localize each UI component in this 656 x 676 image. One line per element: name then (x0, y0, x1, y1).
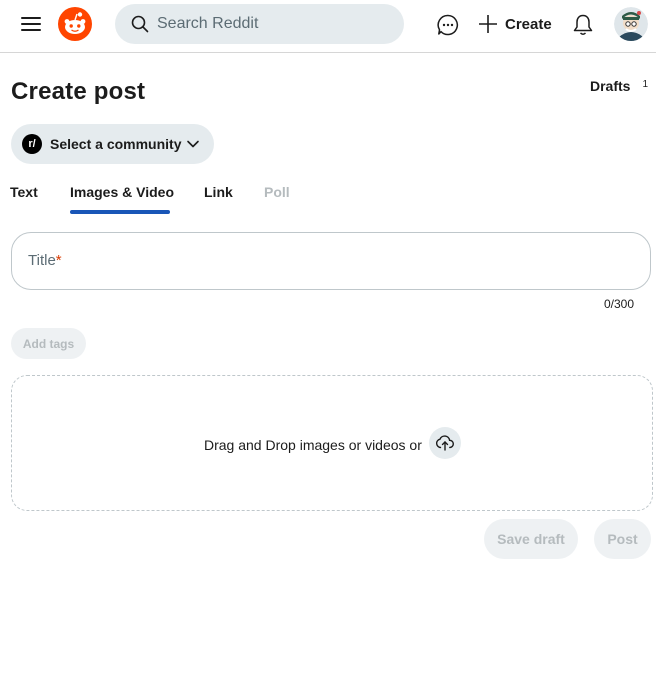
active-tab-indicator (70, 210, 170, 214)
search-input[interactable] (157, 4, 392, 44)
dropzone-text: Drag and Drop images or videos or (204, 437, 422, 453)
title-placeholder: Title* (28, 252, 62, 269)
title-char-count: 0/300 (604, 297, 635, 311)
search-bar[interactable] (115, 4, 404, 44)
user-avatar[interactable] (614, 7, 648, 41)
upload-icon (436, 435, 454, 451)
upload-button[interactable] (429, 427, 461, 459)
chevron-down-icon (187, 140, 199, 148)
required-mark: * (55, 252, 62, 269)
drafts-count-badge: 1 (642, 79, 649, 90)
create-button[interactable]: Create (478, 12, 552, 36)
plus-icon (479, 15, 497, 33)
community-label: Select a community (50, 136, 182, 152)
select-community-button[interactable]: r/ Select a community (11, 124, 214, 164)
drafts-label: Drafts (590, 78, 631, 94)
top-nav-bar: Create (0, 0, 656, 53)
reddit-logo-icon[interactable] (58, 7, 92, 41)
media-dropzone[interactable]: Drag and Drop images or videos or (11, 375, 653, 511)
post-button[interactable]: Post (594, 519, 651, 559)
tab-text[interactable]: Text (10, 184, 38, 200)
drafts-button[interactable]: Drafts 1 (590, 78, 648, 94)
create-label: Create (505, 15, 552, 33)
hamburger-menu-icon[interactable] (21, 15, 41, 33)
save-draft-button[interactable]: Save draft (484, 519, 578, 559)
title-input[interactable]: Title* (11, 232, 651, 290)
add-tags-button: Add tags (11, 328, 86, 359)
tab-poll: Poll (264, 184, 290, 200)
tab-images-video[interactable]: Images & Video (70, 184, 174, 200)
page-title: Create post (11, 78, 146, 105)
community-icon: r/ (22, 134, 42, 154)
search-icon (131, 15, 149, 33)
tab-link[interactable]: Link (204, 184, 233, 200)
notification-bell-icon[interactable] (572, 13, 594, 37)
chat-icon[interactable] (436, 13, 460, 37)
